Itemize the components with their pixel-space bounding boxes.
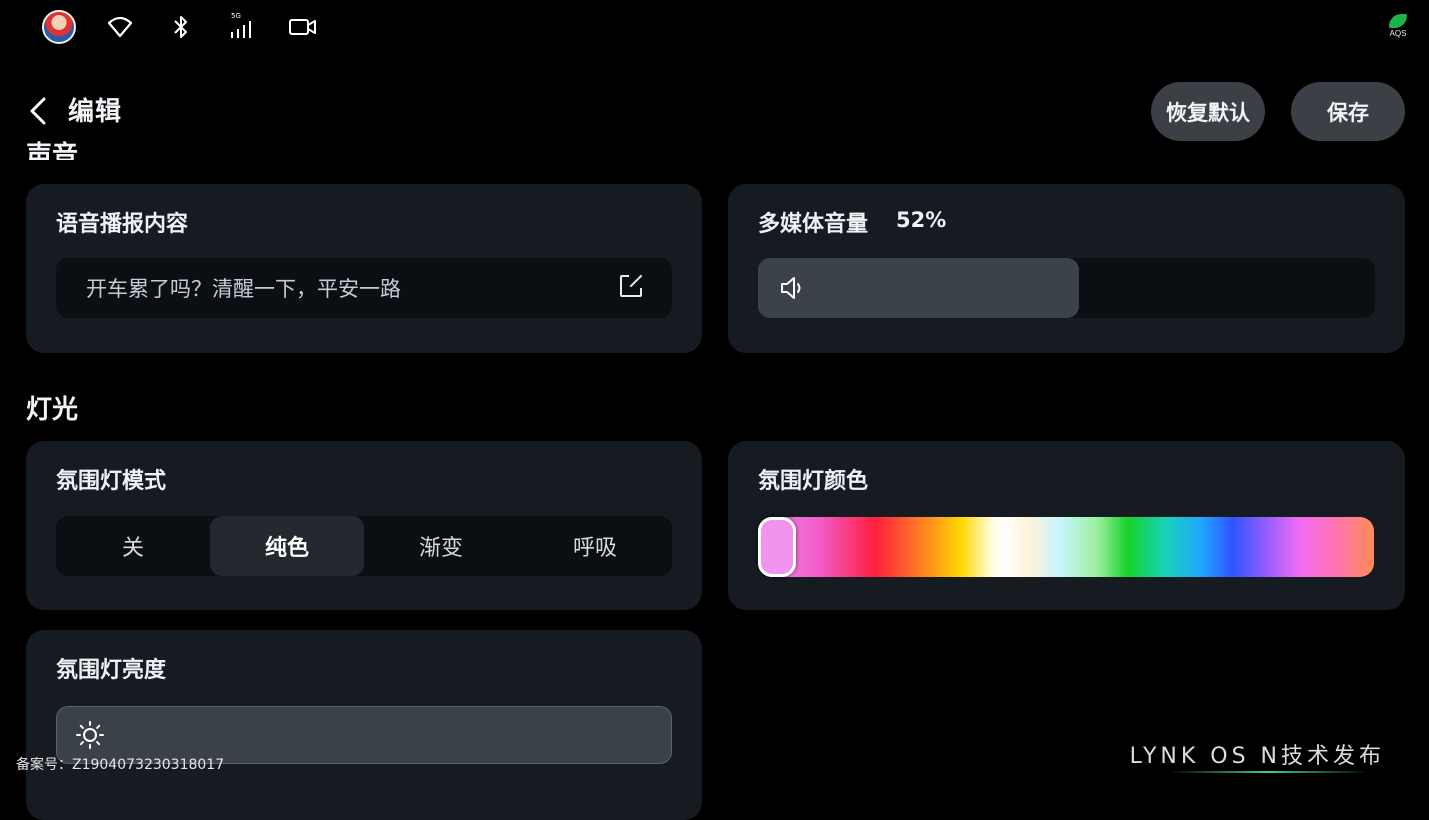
ambient-brightness-label: 氛围灯亮度	[56, 658, 167, 683]
section-title-sound-text: 声音	[26, 141, 79, 160]
mode-option-gradient[interactable]: 渐变	[364, 516, 518, 576]
media-volume-percent: 52%	[896, 208, 947, 232]
speaker-icon	[781, 277, 801, 299]
camera-icon[interactable]	[288, 14, 318, 40]
brand-watermark: LYNK OS N技术发布	[1129, 744, 1385, 769]
ambient-mode-segmented-control: 关 纯色 渐变 呼吸	[56, 516, 672, 576]
voice-broadcast-text: 开车累了吗？清醒一下，平安一路	[86, 277, 401, 301]
voice-broadcast-card: 语音播报内容 开车累了吗？清醒一下，平安一路	[26, 184, 702, 353]
color-picker-handle[interactable]	[758, 517, 796, 577]
ambient-mode-card: 氛围灯模式 关 纯色 渐变 呼吸	[26, 441, 702, 610]
beian-number: 备案号：Z1904073230318017	[16, 757, 225, 773]
media-volume-slider[interactable]	[758, 258, 1375, 318]
media-volume-card: 多媒体音量 52%	[728, 184, 1405, 353]
cellular-5g-icon[interactable]: 5G	[229, 12, 255, 40]
wifi-icon[interactable]	[107, 14, 133, 40]
aqs-icon[interactable]: AQS	[1385, 14, 1411, 40]
mode-option-solid[interactable]: 纯色	[210, 516, 364, 576]
sun-icon	[76, 721, 104, 749]
color-spectrum-slider[interactable]	[758, 517, 1374, 577]
restore-default-button[interactable]: 恢复默认	[1151, 82, 1265, 141]
voice-broadcast-field[interactable]: 开车累了吗？清醒一下，平安一路	[56, 258, 672, 318]
page-title: 编辑	[68, 97, 123, 127]
section-title-sound: 声音	[26, 131, 78, 160]
save-button[interactable]: 保存	[1291, 82, 1405, 141]
bluetooth-icon[interactable]	[172, 14, 190, 40]
leaf-icon	[1389, 14, 1407, 28]
ambient-color-card: 氛围灯颜色	[728, 441, 1405, 610]
back-icon[interactable]	[26, 96, 52, 126]
ambient-brightness-card: 氛围灯亮度	[26, 630, 702, 820]
signal-label: 5G	[231, 12, 241, 20]
section-title-light: 灯光	[26, 395, 79, 425]
aqs-label: AQS	[1389, 29, 1407, 38]
signal-bars-icon	[231, 21, 251, 38]
edit-icon[interactable]	[618, 273, 644, 299]
status-bar: 5G AQS	[0, 0, 1429, 56]
mode-option-breathing[interactable]: 呼吸	[518, 516, 672, 576]
brand-underline	[1169, 771, 1369, 773]
avatar[interactable]	[42, 10, 76, 44]
ambient-mode-label: 氛围灯模式	[56, 469, 167, 494]
mode-option-off[interactable]: 关	[56, 516, 210, 576]
voice-broadcast-label: 语音播报内容	[56, 212, 189, 237]
media-volume-label: 多媒体音量	[758, 212, 869, 237]
ambient-color-label: 氛围灯颜色	[758, 469, 869, 494]
